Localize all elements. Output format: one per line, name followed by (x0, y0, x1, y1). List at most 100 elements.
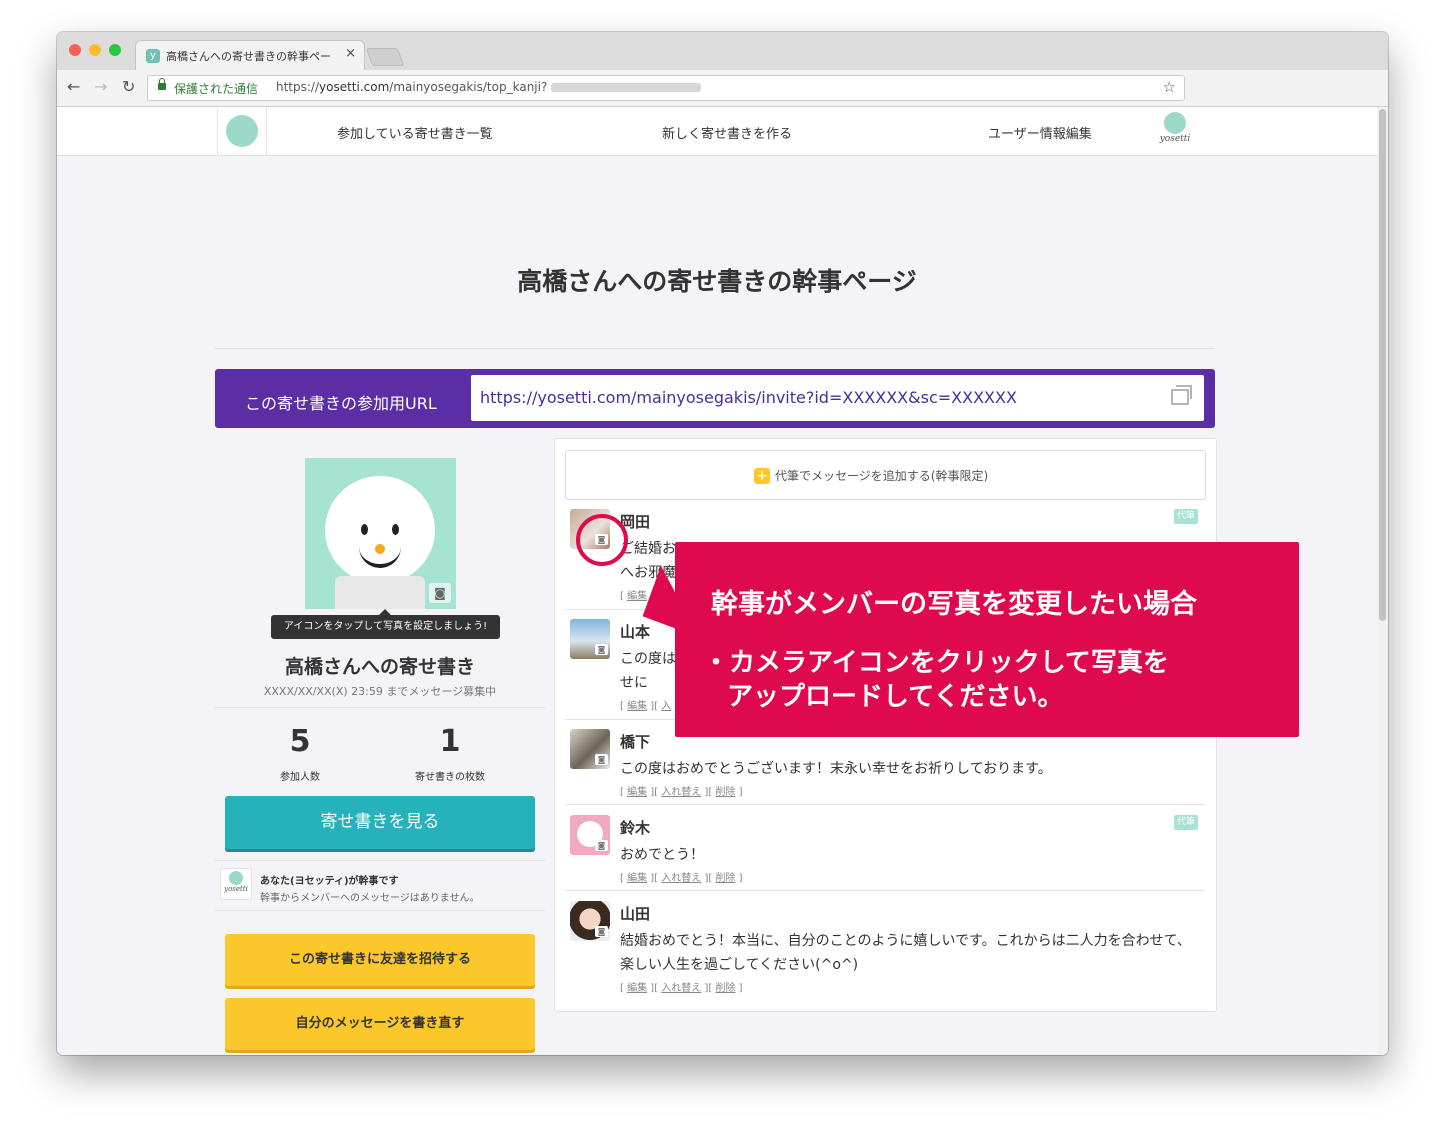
invite-url-bar: この寄せ書きの参加用URL https://yosetti.com/mainyo… (215, 369, 1215, 428)
eye-right (392, 524, 399, 535)
reload-icon[interactable]: ↻ (122, 77, 135, 96)
back-arrow-icon[interactable]: ← (67, 77, 80, 96)
member-avatar[interactable]: ◙ (570, 901, 610, 941)
invite-url-field[interactable]: https://yosetti.com/mainyosegakis/invite… (471, 375, 1204, 421)
camera-icon[interactable]: ◙ (595, 840, 608, 851)
organizer-avatar: yosetti (220, 868, 252, 900)
delete-link[interactable]: 削除 (715, 787, 735, 798)
tab-close-icon[interactable]: × (345, 46, 356, 61)
member-name: 山田 (620, 905, 651, 923)
eye-left (361, 524, 368, 535)
site-logo[interactable] (217, 107, 267, 155)
snowman-face (325, 476, 435, 584)
organizer-info: yosetti あなた(ヨセッティ)が幹事です 幹事からメンバーへのメッセージは… (215, 860, 545, 910)
proxy-badge: 代筆 (1174, 509, 1198, 524)
swap-link[interactable]: 入れ替え (661, 873, 701, 884)
address-bar[interactable]: 保護された通信 https://yosetti.com/mainyosegaki… (147, 75, 1185, 101)
nav-participating-list[interactable]: 参加している寄せ書き一覧 (337, 123, 493, 142)
camera-icon[interactable]: ◙ (429, 583, 451, 603)
list-item: ◙ 鈴木 代筆 おめでとう！ [ 編集 ][ 入れ替え ][ 削除 ] (565, 815, 1204, 891)
nav-create-new[interactable]: 新しく寄せ書きを作る (662, 123, 792, 142)
edit-link[interactable]: 編集 (627, 787, 647, 798)
brand-text: yosetti (1159, 134, 1191, 144)
url-text: https://yosetti.com/mainyosegakis/top_ka… (276, 80, 702, 94)
brand-icon (1164, 112, 1186, 134)
divider (215, 707, 545, 708)
deadline-text: XXXX/XX/XX(X) 23:59 までメッセージ募集中 (263, 685, 497, 698)
logo-icon (229, 871, 243, 885)
add-proxy-message-button[interactable]: + 代筆でメッセージを追加する(幹事限定) (565, 450, 1206, 500)
browser-window: y 高橋さんへの寄せ書きの幹事ペー × ← → ↻ 保護された通信 https:… (57, 32, 1388, 1055)
member-name: 鈴木 (620, 819, 651, 837)
logo-icon (226, 115, 258, 147)
copy-icon[interactable] (1171, 385, 1192, 405)
title-bar: y 高橋さんへの寄せ書きの幹事ペー × (57, 32, 1388, 71)
edit-link[interactable]: 編集 (627, 873, 647, 884)
edit-link[interactable]: 編集 (627, 701, 647, 712)
highlight-ring (576, 514, 628, 566)
invite-url-text: https://yosetti.com/mainyosegakis/invite… (480, 388, 1017, 407)
cards-label: 寄せ書きの枚数 (415, 772, 485, 783)
zoom-window-button[interactable] (109, 44, 121, 56)
callout-bullet: ・カメラアイコンをクリックして写真を (703, 648, 1169, 678)
scrollbar[interactable] (1377, 107, 1388, 1055)
user-avatar[interactable]: yosetti (1153, 112, 1197, 152)
delete-link[interactable]: 削除 (715, 983, 735, 994)
camera-icon[interactable]: ◙ (595, 754, 608, 765)
swap-link[interactable]: 入れ替え (661, 983, 701, 994)
instruction-callout: 幹事がメンバーの写真を変更したい場合 ・カメラアイコンをクリックして写真を アッ… (675, 542, 1299, 737)
add-proxy-message-label: 代筆でメッセージを追加する(幹事限定) (775, 469, 989, 483)
invite-friends-button[interactable]: この寄せ書きに友達を招待する (225, 934, 535, 986)
nav-user-settings[interactable]: ユーザー情報編集 (988, 123, 1092, 142)
favicon-icon: y (146, 49, 160, 63)
list-item: ◙ 橋下 この度はおめでとうございます！末永い幸せをお祈りしております。 [ 編… (565, 729, 1204, 805)
rewrite-message-button[interactable]: 自分のメッセージを書き直す (225, 998, 535, 1050)
callout-bullet-cont: アップロードしてください。 (727, 682, 1064, 712)
forward-arrow-icon[interactable]: → (94, 77, 107, 96)
lock-icon (158, 78, 166, 90)
divider (215, 348, 1215, 349)
site-header: 参加している寄せ書き一覧 新しく寄せ書きを作る ユーザー情報編集 yosetti (57, 107, 1377, 156)
plus-icon: + (754, 468, 770, 484)
secure-label: 保護された通信 (174, 82, 259, 96)
delete-link[interactable]: 削除 (715, 873, 735, 884)
message-actions: [ 編集 ][ 入れ替え ][ 削除 ] (620, 983, 743, 994)
callout-title: 幹事がメンバーの写真を変更したい場合 (711, 589, 1197, 620)
member-name: 山本 (620, 623, 651, 641)
browser-toolbar: ← → ↻ 保護された通信 https://yosetti.com/mainyo… (57, 70, 1388, 107)
member-avatar[interactable]: ◙ (570, 815, 610, 855)
scroll-thumb[interactable] (1379, 109, 1386, 621)
bookmark-star-icon[interactable]: ☆ (1163, 78, 1176, 96)
tab-title: 高橋さんへの寄せ書きの幹事ペー (166, 50, 331, 63)
participants-label: 参加人数 (280, 772, 320, 783)
camera-icon[interactable]: ◙ (595, 926, 608, 937)
participants-count: 5 (289, 724, 311, 759)
minimize-window-button[interactable] (89, 44, 101, 56)
swap-link[interactable]: 入 (661, 701, 671, 712)
organizer-label: あなた(ヨセッティ)が幹事です (260, 876, 399, 887)
new-tab-button[interactable] (365, 48, 405, 66)
invite-url-label: この寄せ書きの参加用URL (245, 394, 437, 413)
member-avatar[interactable]: ◙ (570, 619, 610, 659)
view-yosegaki-button[interactable]: 寄せ書きを見る (225, 796, 535, 849)
avatar-tooltip: アイコンをタップして写真を設定しましょう! (271, 609, 500, 639)
message-actions: [ 編集 ][ 入 (620, 701, 672, 712)
close-window-button[interactable] (69, 44, 81, 56)
swap-link[interactable]: 入れ替え (661, 787, 701, 798)
member-avatar[interactable]: ◙ (570, 729, 610, 769)
recipient-avatar[interactable]: ◙ (305, 458, 456, 609)
stat-participants: 5 参加人数 (225, 724, 375, 783)
message-actions: [ 編集 ][ 入れ替え ][ 削除 ] (620, 873, 743, 884)
divider (215, 910, 545, 911)
browser-tab[interactable]: y 高橋さんへの寄せ書きの幹事ペー × (135, 40, 365, 71)
proxy-badge: 代筆 (1174, 815, 1198, 830)
stat-cards: 1 寄せ書きの枚数 (375, 724, 525, 783)
cards-count: 1 (439, 724, 461, 759)
edit-link[interactable]: 編集 (627, 983, 647, 994)
page-title: 高橋さんへの寄せ書きの幹事ページ (517, 267, 917, 296)
message-body: おめでとう！ (620, 847, 704, 863)
blurred-query (551, 83, 702, 92)
nose (375, 544, 385, 554)
camera-icon[interactable]: ◙ (595, 644, 608, 655)
yosegaki-summary: ◙ アイコンをタップして写真を設定しましょう! 高橋さんへの寄せ書き XXXX/… (215, 447, 545, 1055)
